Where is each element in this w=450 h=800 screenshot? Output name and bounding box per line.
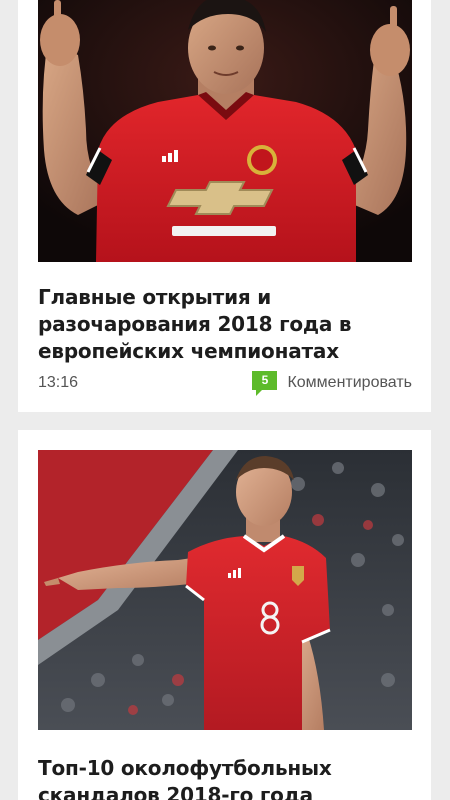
comment-count: 5 <box>261 373 269 387</box>
comment-button[interactable]: 5 Комментировать <box>252 370 412 396</box>
player-celebrating-photo <box>38 0 412 262</box>
article-image[interactable] <box>38 0 412 262</box>
article-card[interactable]: Главные открытия и разочарования 2018 го… <box>18 0 431 412</box>
article-image[interactable] <box>38 450 412 730</box>
news-feed[interactable]: Главные открытия и разочарования 2018 го… <box>0 0 450 800</box>
article-title[interactable]: Топ-10 околофутбольных скандалов 2018-го… <box>38 755 418 800</box>
comment-label: Комментировать <box>287 374 412 391</box>
article-meta: 13:16 5 Комментировать <box>38 370 412 396</box>
article-card[interactable]: Топ-10 околофутбольных скандалов 2018-го… <box>18 430 431 800</box>
article-time: 13:16 <box>38 374 79 391</box>
article-title[interactable]: Главные открытия и разочарования 2018 го… <box>38 284 418 365</box>
player-pointing-photo <box>38 450 412 730</box>
comment-count-badge: 5 <box>252 370 278 396</box>
